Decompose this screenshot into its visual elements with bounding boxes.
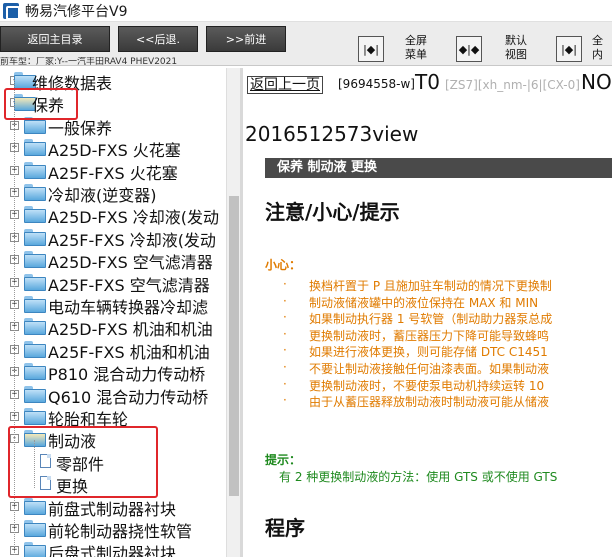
bullet-marker: · [283,277,287,291]
folder-icon [24,296,46,313]
folder-icon [24,340,46,358]
section-bar: 保养 制动液 更换 [265,158,612,178]
bullet-marker: · [283,326,287,341]
view-id: 2016512573view [245,122,419,146]
tree-item-label: A25D-FXS 机油和机油 [48,320,213,340]
tree-folder-item[interactable]: + 前轮制动器挠性软管 [0,517,226,541]
caution-item: 制动液储液罐中的液位保持在 MAX 和 MIN [309,295,539,310]
tree-folder-item[interactable]: + 电动车辆转换器冷却滤 [0,293,226,317]
folder-icon [24,228,46,246]
folder-icon [24,139,46,157]
tree-item-label: P810 混合动力传动桥 [48,365,206,385]
doc-code-t0: T0 [415,70,440,94]
tree-folder-item[interactable]: + A25F-FXS 空气滤清器 [0,271,226,295]
default-view-icon[interactable]: ◆|◆ [456,36,482,62]
caution-item: 如果制动执行器 1 号软管（制动助力器泵总成 [309,312,553,327]
caution-item: 由于从蓄压器释放制动液时制动液可能从储液 [309,395,550,410]
hint-label: 提示： [265,453,302,467]
fullscreen-content-icon[interactable]: |◆| [556,36,582,62]
default-view-label[interactable]: 默认 视图 [501,34,531,62]
doc-code-secondary: [ZS7][xh_nm-|6|[CX-0] [445,78,580,92]
app-title: 畅易汽修平台V9 [25,3,128,20]
folder-icon [24,497,46,515]
tree-item-label: 后盘式制动器衬块 [48,544,177,557]
doc-code-no: NO [581,70,612,94]
folder-icon [24,184,46,201]
tree-item-label: A25D-FXS 空气滤清器 [48,253,213,273]
tree-folder-item[interactable]: + A25D-FXS 冷却液(发动 [0,203,226,228]
folder-icon [24,273,46,291]
tree-folder-item[interactable]: + 冷却液(逆变器) [0,181,226,205]
folder-icon [24,251,46,269]
home-button[interactable]: 返回主目录 [0,26,110,52]
hint-text: 有 2 种更换制动液的方法：使用 GTS 或不使用 GTS [279,470,558,484]
fullscreen-menu-label-2: 菜单 [405,48,427,61]
default-view-label-2: 视图 [505,48,527,61]
fullscreen-menu-icon[interactable]: |◆| [358,36,384,62]
tree-item-label: A25F-FXS 冷却液(发动 [48,230,216,250]
tree-item-label: A25D-FXS 冷却液(发动 [48,208,220,228]
doc-code: [9694558-w] [338,77,415,91]
tree-scrollbar-thumb[interactable] [229,196,239,496]
tree-scrollbar[interactable] [226,68,240,557]
tree-item-label: A25D-FXS 火花塞 [48,141,181,161]
folder-icon [14,72,36,89]
forward-button[interactable]: >>前进 [206,26,286,52]
default-view-label-1: 默认 [505,34,527,47]
highlight-box-brake-fluid [8,426,158,498]
tree-folder-item[interactable]: + 轮胎和车轮 [0,405,226,429]
tree-item-label: 冷却液(逆变器) [48,186,157,205]
tree-folder-item[interactable]: + A25F-FXS 冷却液(发动 [0,226,226,250]
caution-item: 不要让制动液接触任何油漆表面。如果制动液 [309,362,550,376]
bullet-marker: · [283,310,287,325]
tree-folder-item[interactable]: + A25D-FXS 空气滤清器 [0,248,226,273]
caution-item: 更换制动液时，不要使泵电动机持续运转 10 [309,378,545,393]
tree-item-label: Q610 混合动力传动桥 [48,387,209,407]
tree-folder-item[interactable]: + P810 混合动力传动桥 [0,360,226,385]
tree-item-label: A25F-FXS 空气滤清器 [48,275,210,295]
fullscreen-content-label-1: 全 [592,34,603,47]
folder-icon [24,520,46,537]
tree-item-label: 前轮制动器挠性软管 [48,522,193,541]
back-page-link[interactable]: 返回上一页 [247,76,323,94]
tree-item-label: A25F-FXS 机油和机油 [48,342,210,362]
folder-icon [24,206,46,224]
caution-item: 换档杆置于 P 且施加驻车制动的情况下更换制 [309,279,552,293]
folder-icon [24,318,46,336]
folder-icon [24,385,46,403]
caution-label: 小心： [265,258,302,272]
folder-icon [24,161,46,179]
page-heading: 注意/小心/提示 [265,200,400,224]
app-logo-icon [3,2,20,20]
fullscreen-menu-label[interactable]: 全屏 菜单 [401,34,431,62]
highlight-box-maintenance [4,88,78,120]
tree-item-label: 电动车辆转换器冷却滤 [48,298,209,317]
content-pane: 返回上一页 [9694558-w] T0 [ZS7][xh_nm-|6|[CX-… [243,68,612,557]
tree-item-label: 前盘式制动器衬块 [48,499,177,519]
tree-folder-item[interactable]: + A25F-FXS 机油和机油 [0,338,226,362]
fullscreen-content-label[interactable]: 全 内 [592,34,612,62]
caution-item: 如果进行液体更换，则可能存储 DTC C1451 [309,345,548,360]
folder-icon [24,542,46,557]
title-bar: 畅易汽修平台V9 [0,0,612,22]
bullet-marker: · [283,360,287,374]
tree-folder-item[interactable]: + Q610 混合动力传动桥 [0,383,226,407]
folder-icon [24,408,46,425]
vehicle-info: 前车型：厂家:Y--一汽丰田RAV4 PHEV2021 [0,57,178,67]
fullscreen-menu-label-1: 全屏 [405,34,427,47]
tree-item-label: A25F-FXS 火花塞 [48,163,178,183]
tree-folder-item[interactable]: + A25D-FXS 火花塞 [0,136,226,161]
bullet-marker: · [283,393,287,408]
caution-item: 更换制动液时，蓄压器压力下降可能导致蜂鸣 [309,328,550,343]
bullet-marker: · [283,343,287,358]
fullscreen-content-label-2: 内 [592,48,603,61]
back-button[interactable]: <<后退. [118,26,198,52]
folder-icon [24,363,46,381]
tree-folder-item[interactable]: + A25F-FXS 火花塞 [0,159,226,183]
tree-folder-item[interactable]: + 后盘式制动器衬块 [0,539,226,557]
bullet-marker: · [283,376,287,391]
bullet-marker: · [283,293,287,308]
procedure-heading: 程序 [265,516,305,540]
tree-folder-item[interactable]: + A25D-FXS 机油和机油 [0,315,226,340]
